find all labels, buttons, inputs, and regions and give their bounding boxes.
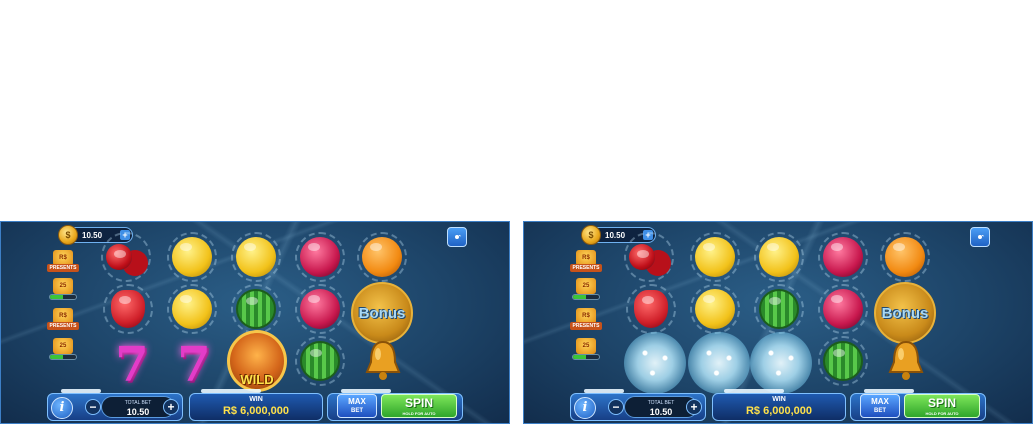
gift-icon: 25: [576, 338, 596, 354]
watermelon-symbol: [231, 284, 281, 334]
presents-reward[interactable]: R$ PRESENTS: [570, 308, 602, 332]
progress-reward[interactable]: 25: [47, 278, 79, 302]
win-label: WIN: [772, 396, 786, 403]
frozen-symbol: [624, 332, 686, 394]
plum-symbol: [818, 284, 868, 334]
strawberry-symbol: [103, 284, 153, 334]
presents-tag: PRESENTS: [47, 322, 79, 330]
spin-button[interactable]: SPIN HOLD FOR AUTO: [904, 394, 980, 418]
lemon-symbol: [754, 232, 804, 282]
balance-value: 10.50: [605, 230, 626, 240]
presents-reward[interactable]: R$ PRESENTS: [570, 250, 602, 274]
orange-symbol: [357, 232, 407, 282]
progress-reward[interactable]: 25: [570, 278, 602, 302]
max-bet-button[interactable]: MAX BET: [337, 394, 377, 418]
coin-icon: $: [58, 225, 78, 245]
decrease-bet-button[interactable]: −: [85, 399, 101, 415]
bonus-symbol: Bonus: [874, 282, 936, 344]
bonus-symbol: Bonus: [351, 282, 413, 344]
balance-value: 10.50: [82, 230, 103, 240]
plum-symbol: [295, 284, 345, 334]
seven-symbol: 7: [115, 337, 149, 393]
info-button[interactable]: i: [51, 397, 73, 419]
wild-label: WILD: [240, 372, 274, 387]
lemon-symbol: [167, 232, 217, 282]
increase-bet-button[interactable]: +: [686, 399, 702, 415]
lemon-symbol: [690, 232, 740, 282]
game-panel-right: $ 10.50 + R$ PRESENTS 25 R$ PRESENTS 25 …: [523, 221, 1033, 424]
spin-button[interactable]: SPIN HOLD FOR AUTO: [381, 394, 457, 418]
lemon-symbol: [167, 284, 217, 334]
cherry-symbol: [101, 232, 151, 282]
presents-tag: PRESENTS: [47, 264, 79, 272]
control-bar: i − TOTAL BET 10.50 + WIN R$ 6,000,000 M…: [1, 389, 509, 423]
win-display: WIN R$ 6,000,000: [189, 393, 323, 421]
plum-symbol: [818, 232, 868, 282]
gift-icon: 25: [576, 278, 596, 294]
reward-progress-bar: [49, 294, 77, 300]
win-label: WIN: [249, 396, 263, 403]
reward-progress-bar: [49, 354, 77, 360]
frozen-symbol: [750, 332, 812, 394]
bonus-label: Bonus: [358, 304, 406, 322]
settings-button[interactable]: [970, 227, 990, 247]
gear-icon: [978, 234, 985, 239]
cherry-symbol: [624, 232, 674, 282]
settings-button[interactable]: [447, 227, 467, 247]
gift-icon: 25: [53, 338, 73, 354]
wild-symbol: WILD: [227, 330, 287, 392]
gift-icon: 25: [53, 278, 73, 294]
presents-tag: PRESENTS: [570, 322, 602, 330]
presents-tag: PRESENTS: [570, 264, 602, 272]
lemon-symbol: [231, 232, 281, 282]
reward-progress-bar: [572, 294, 600, 300]
gear-icon: [455, 234, 462, 239]
bell-symbol: [886, 338, 926, 382]
win-amount: R$ 6,000,000: [222, 405, 290, 417]
watermelon-symbol: [295, 336, 345, 386]
progress-reward[interactable]: 25: [47, 338, 79, 362]
decrease-bet-button[interactable]: −: [608, 399, 624, 415]
orange-symbol: [880, 232, 930, 282]
presents-reward[interactable]: R$ PRESENTS: [47, 250, 79, 274]
strawberry-symbol: [626, 284, 676, 334]
progress-reward[interactable]: 25: [570, 338, 602, 362]
control-bar: i − TOTAL BET 10.50 + WIN R$ 6,000,000 M…: [524, 389, 1032, 423]
info-button[interactable]: i: [574, 397, 596, 419]
watermelon-symbol: [818, 336, 868, 386]
max-bet-button[interactable]: MAX BET: [860, 394, 900, 418]
seven-symbol: 7: [177, 337, 211, 393]
watermelon-symbol: [754, 284, 804, 334]
plum-symbol: [295, 232, 345, 282]
presents-reward[interactable]: R$ PRESENTS: [47, 308, 79, 332]
reward-progress-bar: [572, 354, 600, 360]
lemon-symbol: [690, 284, 740, 334]
win-amount: R$ 6,000,000: [745, 405, 813, 417]
coin-icon: $: [581, 225, 601, 245]
increase-bet-button[interactable]: +: [163, 399, 179, 415]
frozen-symbol: [688, 332, 750, 394]
win-display: WIN R$ 6,000,000: [712, 393, 846, 421]
game-panel-left: $ 10.50 + R$ PRESENTS 25 R$ PRESENTS 25 …: [0, 221, 510, 424]
bell-symbol: [363, 338, 403, 382]
bonus-label: Bonus: [881, 304, 929, 322]
